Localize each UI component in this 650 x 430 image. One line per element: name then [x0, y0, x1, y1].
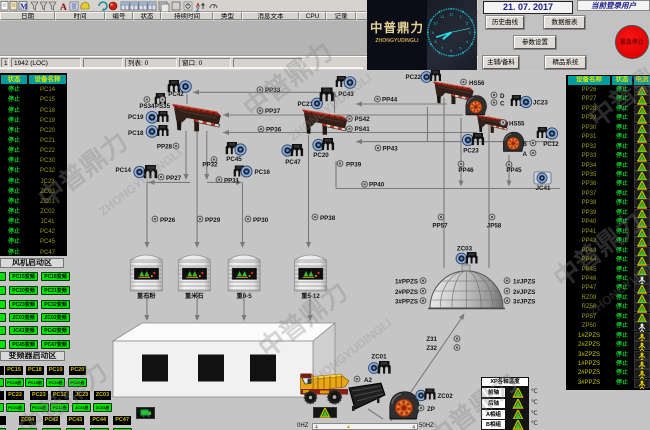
svg-text:ZC03: ZC03 [457, 246, 473, 253]
svg-text:PP31: PP31 [224, 178, 240, 185]
svg-text:ZC02: ZC02 [438, 393, 454, 400]
svg-text:PP36: PP36 [266, 126, 282, 133]
svg-text:PC12: PC12 [543, 141, 559, 148]
svg-text:B: B [523, 141, 528, 148]
svg-text:PC45: PC45 [226, 156, 242, 163]
svg-text:PP33: PP33 [265, 87, 281, 94]
svg-text:PP27: PP27 [166, 175, 182, 182]
svg-text:HS55: HS55 [509, 121, 525, 128]
svg-text:10: 10 [433, 21, 438, 26]
svg-text:PP57: PP57 [432, 223, 448, 230]
svg-text:PP32: PP32 [202, 162, 218, 169]
svg-text:JC23: JC23 [533, 100, 548, 107]
svg-text:JP58: JP58 [487, 223, 502, 230]
svg-text:PC47: PC47 [285, 159, 301, 166]
svg-text:8: 8 [434, 39, 437, 44]
svg-text:6: 6 [450, 48, 453, 53]
svg-text:D: D [500, 93, 505, 100]
svg-text:9: 9 [432, 30, 435, 35]
svg-text:7: 7 [441, 46, 444, 51]
svg-text:PP26: PP26 [160, 217, 176, 224]
svg-text:PP40: PP40 [369, 182, 385, 189]
svg-text:PP43: PP43 [383, 145, 399, 152]
svg-text:PS34: PS34 [139, 103, 155, 110]
svg-text:JC41: JC41 [536, 185, 551, 192]
svg-text:5: 5 [459, 46, 462, 51]
svg-text:ZP: ZP [427, 406, 435, 413]
svg-text:PC22: PC22 [406, 74, 422, 81]
svg-text:PS35: PS35 [155, 103, 171, 110]
svg-text:PP39: PP39 [346, 162, 362, 169]
svg-text:PC19: PC19 [128, 114, 144, 121]
svg-text:2#JPZS: 2#JPZS [513, 289, 535, 296]
svg-text:1#JPZS: 1#JPZS [513, 279, 535, 286]
svg-text:PC21: PC21 [298, 101, 314, 108]
svg-text:PP38: PP38 [320, 215, 336, 222]
svg-text:1#PPZS: 1#PPZS [395, 279, 418, 286]
svg-text:Z31: Z31 [426, 336, 437, 343]
svg-text:PP29: PP29 [205, 217, 221, 224]
svg-text:PP30: PP30 [253, 217, 269, 224]
svg-text:HS56: HS56 [469, 80, 485, 87]
svg-text:ZC01: ZC01 [371, 354, 387, 361]
svg-text:重5-12: 重5-12 [301, 292, 320, 300]
svg-text:PC23: PC23 [463, 148, 479, 155]
svg-text:PS42: PS42 [355, 116, 371, 123]
svg-text:4: 4 [466, 39, 469, 44]
svg-text:PS41: PS41 [355, 126, 371, 133]
svg-text:PP45: PP45 [506, 167, 522, 174]
svg-text:A: A [523, 151, 528, 158]
svg-text:3#PPZS: 3#PPZS [395, 299, 418, 306]
svg-text:A2: A2 [364, 377, 372, 384]
svg-text:C: C [500, 101, 505, 108]
svg-text:重米石: 重米石 [185, 292, 204, 300]
svg-text:3#JPZS: 3#JPZS [513, 299, 535, 306]
svg-text:12: 12 [449, 12, 454, 17]
svg-text:3: 3 [468, 30, 471, 35]
svg-text:2#PPZS: 2#PPZS [395, 289, 418, 296]
svg-text:Z32: Z32 [426, 345, 437, 352]
svg-text:PC43: PC43 [338, 91, 354, 98]
svg-text:PP46: PP46 [458, 167, 474, 174]
svg-text:重0-5: 重0-5 [237, 292, 253, 300]
svg-text:PP37: PP37 [265, 108, 281, 115]
svg-text:2: 2 [466, 21, 469, 26]
svg-text:PC20: PC20 [313, 152, 329, 159]
svg-text:PC42: PC42 [168, 91, 184, 98]
svg-text:PP28: PP28 [157, 144, 173, 151]
svg-text:PP44: PP44 [382, 96, 398, 103]
svg-text:PC18: PC18 [128, 130, 144, 137]
svg-text:M: M [20, 2, 28, 11]
svg-text:PC14: PC14 [116, 167, 132, 174]
svg-text:重石粉: 重石粉 [137, 292, 156, 300]
svg-text:PC16: PC16 [255, 169, 271, 176]
svg-text:1: 1 [459, 14, 462, 19]
svg-text:11: 11 [440, 14, 445, 19]
